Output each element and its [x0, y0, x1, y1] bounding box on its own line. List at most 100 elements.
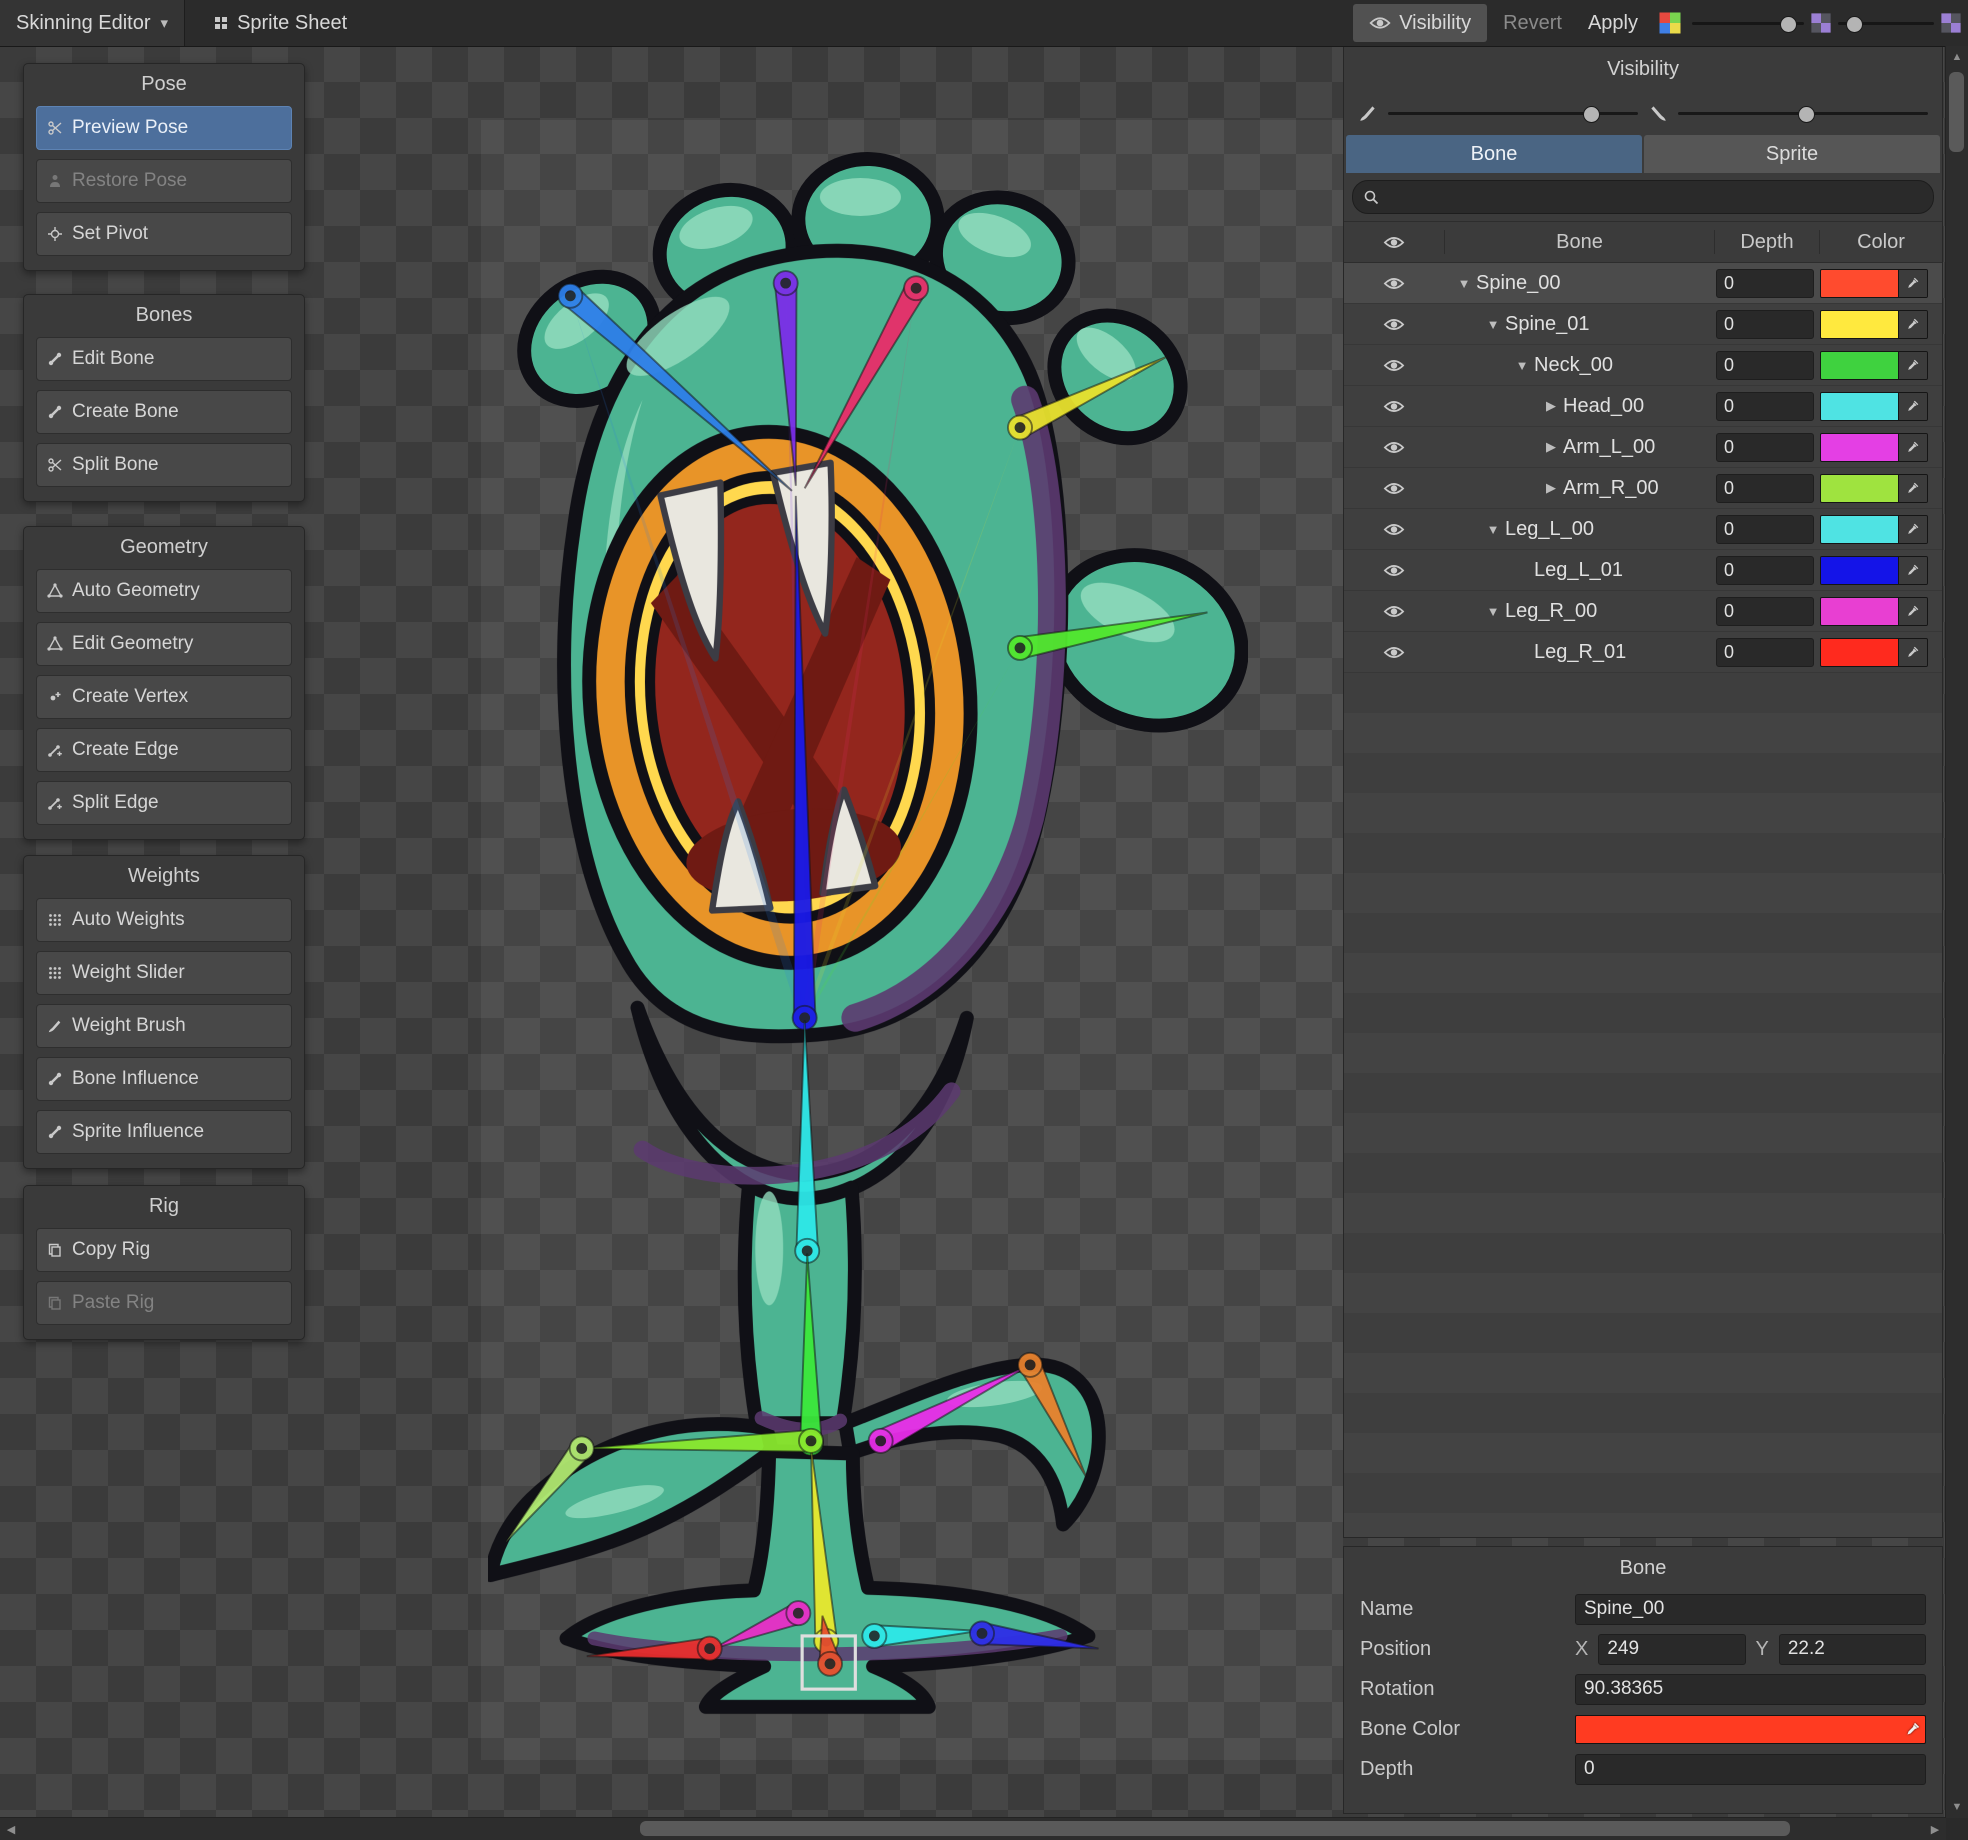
revert-button[interactable]: Revert	[1493, 0, 1572, 46]
depth-field[interactable]	[1716, 556, 1814, 585]
depth-field[interactable]	[1716, 351, 1814, 380]
eyedropper-icon[interactable]	[1905, 1721, 1921, 1737]
bone-gizmo-overlay[interactable]	[488, 146, 1248, 1730]
row-visibility-eye-icon[interactable]	[1383, 399, 1405, 414]
apply-button[interactable]: Apply	[1578, 0, 1648, 46]
paste-rig-button[interactable]: Paste Rig	[36, 1281, 292, 1325]
vertical-scroll-thumb[interactable]	[1949, 72, 1964, 152]
bone-row-leg_l_00[interactable]: ▼Leg_L_00	[1344, 509, 1942, 550]
visibility-toggle-button[interactable]: Visibility	[1353, 4, 1487, 42]
bone-color-field[interactable]	[1820, 515, 1928, 544]
preview-pose-button[interactable]: Preview Pose	[36, 106, 292, 150]
horizontal-scroll-thumb[interactable]	[640, 1821, 1790, 1836]
scroll-down-arrow[interactable]: ▼	[1946, 1796, 1968, 1818]
edit-geometry-button[interactable]: Edit Geometry	[36, 622, 292, 666]
vertical-scrollbar[interactable]: ▲ ▼	[1945, 46, 1968, 1818]
row-visibility-eye-icon[interactable]	[1383, 563, 1405, 578]
bone-row-head_00[interactable]: ▶Head_00	[1344, 386, 1942, 427]
auto-geometry-button[interactable]: Auto Geometry	[36, 569, 292, 613]
eyedropper-button[interactable]	[1898, 475, 1927, 502]
expander-expanded-icon[interactable]: ▼	[1481, 317, 1505, 332]
bone-color-field[interactable]	[1820, 474, 1928, 503]
toggle-all-visibility-icon[interactable]	[1383, 235, 1405, 250]
bone-color-swatch[interactable]	[1821, 393, 1898, 420]
row-visibility-eye-icon[interactable]	[1383, 358, 1405, 373]
bone-opacity-slider[interactable]	[1388, 91, 1638, 135]
bone-color-swatch[interactable]	[1821, 270, 1898, 297]
restore-pose-button[interactable]: Restore Pose	[36, 159, 292, 203]
edit-bone-button[interactable]: Edit Bone	[36, 337, 292, 381]
bone-color-palette-icon[interactable]	[1658, 11, 1682, 35]
depth-field[interactable]	[1716, 515, 1814, 544]
eyedropper-button[interactable]	[1898, 557, 1927, 584]
expander-collapsed-icon[interactable]: ▶	[1539, 439, 1563, 455]
bone-color-field[interactable]	[1820, 269, 1928, 298]
expander-expanded-icon[interactable]: ▼	[1510, 358, 1534, 373]
depth-field[interactable]	[1716, 638, 1814, 667]
expander-collapsed-icon[interactable]: ▶	[1539, 480, 1563, 496]
bone-color-field[interactable]	[1820, 597, 1928, 626]
scroll-right-arrow[interactable]: ▶	[1924, 1818, 1946, 1840]
split-bone-button[interactable]: Split Bone	[36, 443, 292, 487]
bone-color-field[interactable]	[1820, 433, 1928, 462]
copy-rig-button[interactable]: Copy Rig	[36, 1228, 292, 1272]
depth-field[interactable]	[1716, 269, 1814, 298]
set-pivot-button[interactable]: Set Pivot	[36, 212, 292, 256]
bone-row-arm_l_00[interactable]: ▶Arm_L_00	[1344, 427, 1942, 468]
weight-slider-button[interactable]: Weight Slider	[36, 951, 292, 995]
bone-color-swatch[interactable]	[1821, 311, 1898, 338]
sprite-opacity-slider[interactable]	[1678, 91, 1928, 135]
row-visibility-eye-icon[interactable]	[1383, 481, 1405, 496]
bone-color-swatch[interactable]	[1821, 598, 1898, 625]
row-visibility-eye-icon[interactable]	[1383, 317, 1405, 332]
bone-color-swatch[interactable]	[1821, 639, 1898, 666]
expander-expanded-icon[interactable]: ▼	[1481, 522, 1505, 537]
mesh-opacity-slider[interactable]	[1838, 0, 1934, 46]
tab-sprite[interactable]: Sprite	[1644, 135, 1940, 173]
depth-field[interactable]	[1716, 474, 1814, 503]
horizontal-scrollbar[interactable]: ◀ ▶	[0, 1817, 1946, 1840]
bone-rotation-field[interactable]	[1575, 1674, 1926, 1705]
bone-row-leg_r_00[interactable]: ▼Leg_R_00	[1344, 591, 1942, 632]
bone-color-swatch[interactable]	[1821, 516, 1898, 543]
bone-color-field[interactable]	[1820, 556, 1928, 585]
bone-color-swatch[interactable]	[1821, 557, 1898, 584]
bone-color-swatch[interactable]	[1575, 1715, 1926, 1744]
bone-color-field[interactable]	[1820, 392, 1928, 421]
eyedropper-button[interactable]	[1898, 352, 1927, 379]
bone-color-field[interactable]	[1820, 638, 1928, 667]
scroll-left-arrow[interactable]: ◀	[0, 1818, 22, 1840]
bone-row-leg_r_01[interactable]: Leg_R_01	[1344, 632, 1942, 673]
depth-field[interactable]	[1716, 433, 1814, 462]
expander-expanded-icon[interactable]: ▼	[1452, 276, 1476, 291]
eyedropper-button[interactable]	[1898, 270, 1927, 297]
eyedropper-button[interactable]	[1898, 393, 1927, 420]
bone-color-swatch[interactable]	[1821, 475, 1898, 502]
bone-name-field[interactable]	[1575, 1594, 1926, 1625]
skinning-editor-dropdown[interactable]: Skinning Editor ▾	[0, 0, 185, 46]
create-vertex-button[interactable]: Create Vertex	[36, 675, 292, 719]
slider-handle[interactable]	[1798, 106, 1815, 123]
split-edge-button[interactable]: Split Edge	[36, 781, 292, 825]
slider-handle[interactable]	[1583, 106, 1600, 123]
depth-field[interactable]	[1716, 597, 1814, 626]
bone-color-swatch[interactable]	[1821, 434, 1898, 461]
bone-row-neck_00[interactable]: ▼Neck_00	[1344, 345, 1942, 386]
scroll-up-arrow[interactable]: ▲	[1946, 46, 1968, 68]
eyedropper-button[interactable]	[1898, 598, 1927, 625]
bone-color-field[interactable]	[1820, 351, 1928, 380]
expander-expanded-icon[interactable]: ▼	[1481, 604, 1505, 619]
eyedropper-button[interactable]	[1898, 639, 1927, 666]
bone-depth-field[interactable]	[1575, 1754, 1926, 1785]
weight-brush-button[interactable]: Weight Brush	[36, 1004, 292, 1048]
bone-row-leg_l_01[interactable]: Leg_L_01	[1344, 550, 1942, 591]
create-edge-button[interactable]: Create Edge	[36, 728, 292, 772]
expander-collapsed-icon[interactable]: ▶	[1539, 398, 1563, 414]
sprite-sheet-button[interactable]: Sprite Sheet	[197, 0, 363, 46]
bone-color-swatch[interactable]	[1821, 352, 1898, 379]
eyedropper-button[interactable]	[1898, 434, 1927, 461]
position-y-field[interactable]	[1779, 1634, 1926, 1665]
row-visibility-eye-icon[interactable]	[1383, 645, 1405, 660]
bone-opacity-slider[interactable]	[1692, 0, 1804, 46]
row-visibility-eye-icon[interactable]	[1383, 604, 1405, 619]
